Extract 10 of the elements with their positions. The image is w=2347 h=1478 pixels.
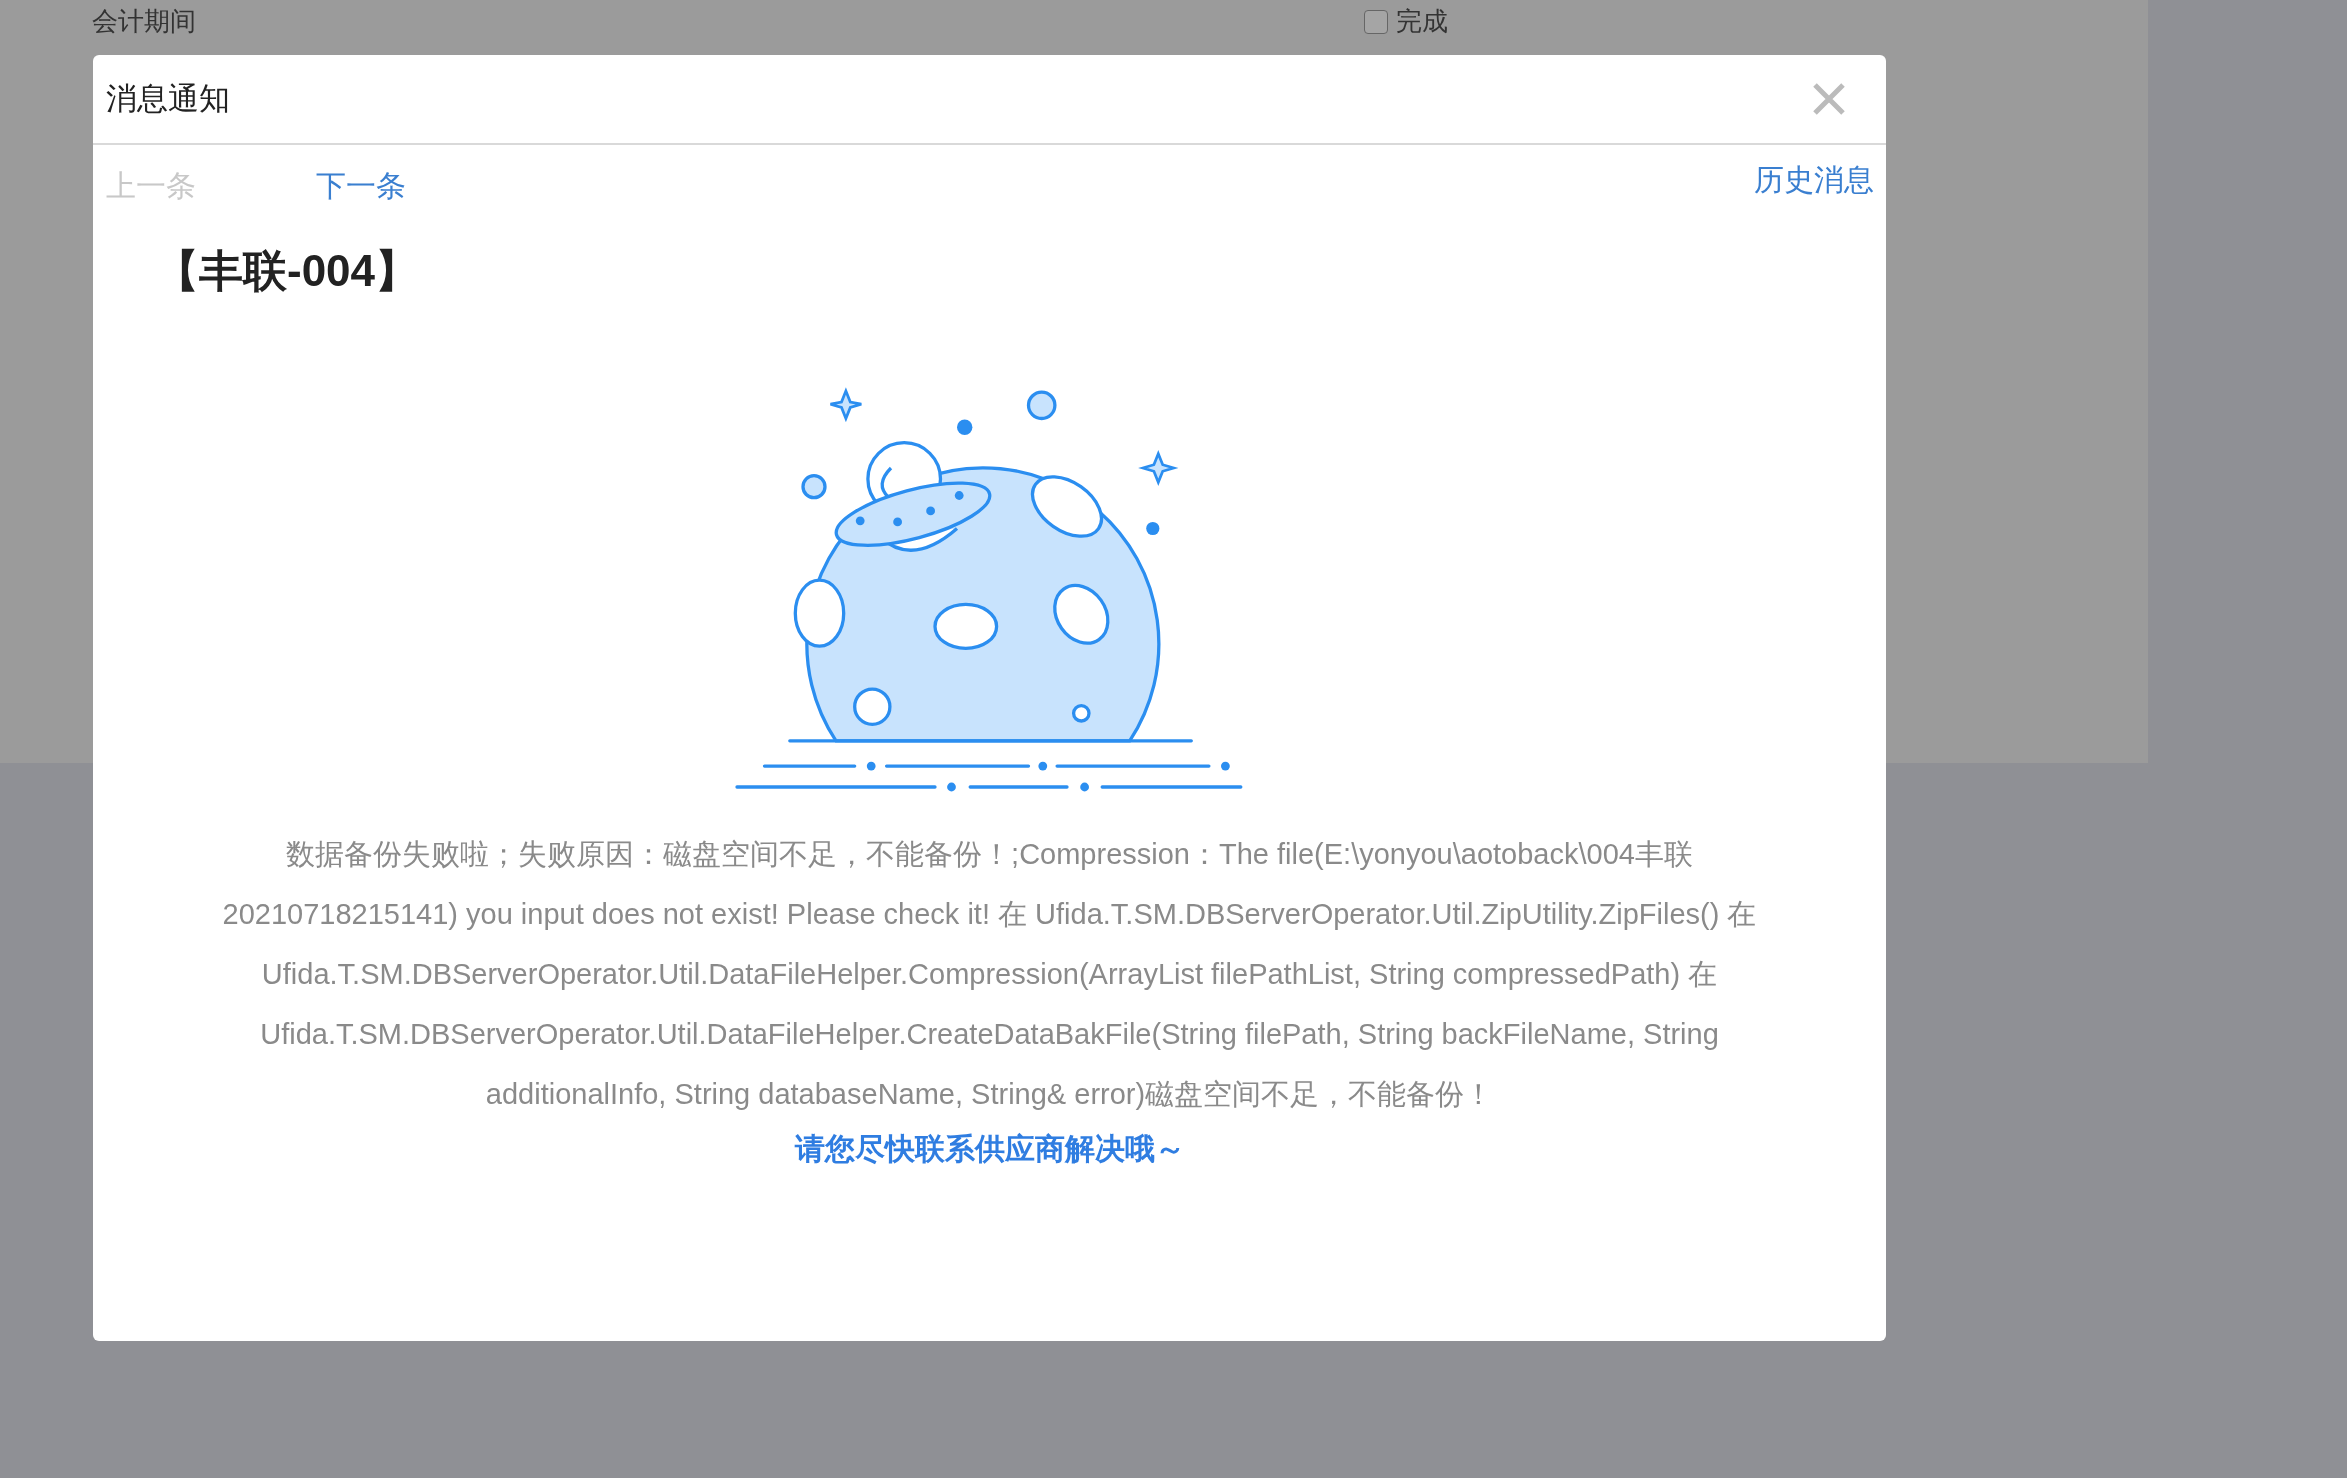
close-icon[interactable] <box>1812 82 1846 116</box>
history-link[interactable]: 历史消息 <box>1754 157 1874 202</box>
message-heading: 【丰联-004】 <box>155 245 420 297</box>
checkbox-label: 完成 <box>1396 5 1448 38</box>
dialog-title: 消息通知 <box>106 79 230 118</box>
message-text: 数据备份失败啦；失败原因：磁盘空间不足，不能备份！;Compression：The file(E:\yonyou\aotoback\004丰联20210718215141) you input does not exist! Please check it! 在 Ufida.T.SM.DBServerOperator.Util.ZipUtility.ZipFiles() 在 Ufida.T.SM.DBServerOperator.Util.DataFileHelper.Compression(ArrayList filePathList, String compressedPath) 在 Ufida.T.SM.DBServerOperator.Util.DataFileHelper.CreateDataBakFile(String filePath, String backFileName, String additionalInfo, String databaseName, String& error)磁盘空间不足，不能备份！ <box>221 837 1758 1112</box>
checkbox[interactable] <box>1364 9 1388 34</box>
hint-text: 请您尽快联系供应商解决哦～ <box>794 1131 1185 1167</box>
nav-link[interactable]: 下一条 <box>316 163 406 208</box>
field-label: 会计期间 <box>92 5 196 38</box>
